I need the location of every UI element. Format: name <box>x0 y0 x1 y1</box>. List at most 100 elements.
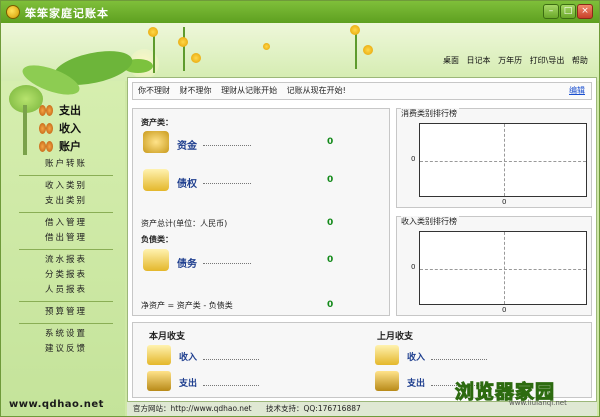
sidebar-item-transfer[interactable]: 账户转账 <box>19 157 113 172</box>
official-site-text: 官方网站：http://www.qdhao.net <box>133 404 252 413</box>
income-label: 收入 <box>179 353 198 363</box>
x-axis-tick: 0 <box>502 198 507 206</box>
sidebar-item-settings[interactable]: 系统设置 <box>19 327 113 342</box>
menu-diary[interactable]: 日记本 <box>467 55 491 66</box>
site-url: www.qdhao.net <box>9 399 104 410</box>
window-title: 笨笨家庭记账本 <box>25 7 109 20</box>
liability-label: 债务 <box>177 259 197 270</box>
sidebar-divider <box>19 212 113 213</box>
dotted-leader <box>203 137 251 146</box>
this-month-expense-row[interactable]: 支出 <box>147 371 277 393</box>
sidebar-item-borrow[interactable]: 借入管理 <box>19 216 113 231</box>
menu-calendar[interactable]: 万年历 <box>498 55 522 66</box>
sidebar-item-budget[interactable]: 预算管理 <box>19 305 113 320</box>
dotted-leader <box>203 351 259 360</box>
assets-heading: 资产类： <box>141 118 173 127</box>
card-icon <box>375 345 399 365</box>
dotted-leader <box>203 255 251 264</box>
this-month-heading: 本月收支 <box>149 332 186 342</box>
title-bar: 笨笨家庭记账本 – □ × <box>1 1 599 23</box>
flower-decoration-icon <box>363 45 373 55</box>
nav-income[interactable]: 收入 <box>39 119 81 137</box>
sidebar-subnav: 账户转账 收入类别 支出类别 借入管理 借出管理 流水报表 分类报表 人员报表 … <box>19 157 113 357</box>
asset-row-claims[interactable]: 债权 0 <box>141 167 381 195</box>
slogan-text: 理财从记账开始 <box>221 86 278 95</box>
expense-label: 支出 <box>179 379 198 389</box>
last-month-income-row[interactable]: 收入 <box>375 345 505 367</box>
assets-panel: 资产类： 资金 0 债权 0 资产总计(单位：人民币) 0 负债类： 债务 0 … <box>132 108 390 316</box>
dotted-leader <box>203 175 251 184</box>
sidebar: 支出 收入 账户 账户转账 收入类别 支出类别 借入管理 借出管理 流水报表 分… <box>1 45 136 416</box>
expense-label: 支出 <box>407 379 426 389</box>
watermark-url: www.liulanqi.net <box>509 399 567 407</box>
main-nav: 支出 收入 账户 <box>39 101 81 155</box>
sidebar-item-income-category[interactable]: 收入类别 <box>19 179 113 194</box>
main-content: 你不理财 财不理你 理财从记账开始 记账从现在开始! 编辑 资产类： 资金 0 … <box>127 77 597 409</box>
flower-decoration-icon <box>350 25 360 35</box>
menu-desktop[interactable]: 桌面 <box>443 55 459 66</box>
edit-link[interactable]: 编辑 <box>569 83 585 99</box>
stem-decoration-icon <box>183 27 185 71</box>
liability-value: 0 <box>327 255 334 265</box>
menu-print-export[interactable]: 打印\导出 <box>530 55 565 66</box>
slogan-bar: 你不理财 财不理你 理财从记账开始 记账从现在开始! 编辑 <box>132 82 592 100</box>
asset-row-cash[interactable]: 资金 0 <box>141 129 381 157</box>
assets-total-row: 资产总计(单位：人民币) 0 <box>141 218 381 229</box>
stem-decoration-icon <box>153 33 155 73</box>
assets-total-value: 0 <box>327 218 334 228</box>
expense-ranking-title: 消费类别排行榜 <box>401 108 459 119</box>
sidebar-item-lend[interactable]: 借出管理 <box>19 231 113 246</box>
expense-ranking-plot <box>419 123 587 197</box>
flower-decoration-icon <box>148 27 158 37</box>
wallet-icon <box>147 371 171 391</box>
slogan-text: 记账从现在开始! <box>286 86 346 95</box>
y-axis-tick: 0 <box>411 155 416 163</box>
menu-help[interactable]: 帮助 <box>572 55 588 66</box>
sidebar-item-flow-report[interactable]: 流水报表 <box>19 253 113 268</box>
nav-accounts[interactable]: 账户 <box>39 137 81 155</box>
butterfly-icon <box>39 140 53 152</box>
flower-decoration-icon <box>178 37 188 47</box>
flower-decoration-icon <box>191 53 201 63</box>
dotted-leader <box>203 377 259 386</box>
sidebar-item-expense-category[interactable]: 支出类别 <box>19 194 113 209</box>
income-ranking-plot <box>419 231 587 305</box>
this-month-income-row[interactable]: 收入 <box>147 345 277 367</box>
sidebar-divider <box>19 301 113 302</box>
sidebar-item-category-report[interactable]: 分类报表 <box>19 268 113 283</box>
card-icon <box>147 345 171 365</box>
income-ranking-panel: 收入类别排行榜 0 0 <box>396 216 592 316</box>
net-assets-label: 净资产 = 资产类 - 负债类 <box>141 301 233 310</box>
net-assets-value: 0 <box>327 300 334 310</box>
income-ranking-title: 收入类别排行榜 <box>401 216 459 227</box>
top-menu: 桌面 日记本 万年历 打印\导出 帮助 <box>443 55 593 69</box>
stem-decoration-icon <box>355 33 357 69</box>
x-axis-tick: 0 <box>502 306 507 314</box>
nav-expense[interactable]: 支出 <box>39 101 81 119</box>
card-icon <box>143 249 169 271</box>
wallet-icon <box>375 371 399 391</box>
liability-row-debt[interactable]: 债务 0 <box>141 247 381 275</box>
income-label: 收入 <box>407 353 426 363</box>
card-icon <box>143 169 169 191</box>
asset-label: 债权 <box>177 179 197 190</box>
butterfly-icon <box>39 104 53 116</box>
liabilities-heading: 负债类： <box>141 235 173 244</box>
close-button[interactable]: × <box>577 4 593 19</box>
app-logo-icon <box>6 5 20 19</box>
sidebar-divider <box>19 175 113 176</box>
maximize-button[interactable]: □ <box>560 4 576 19</box>
assets-total-label: 资产总计(单位：人民币) <box>141 219 228 228</box>
support-text: 技术支持：QQ:176716887 <box>265 404 361 413</box>
app-window: 笨笨家庭记账本 – □ × 桌面 日记本 万年历 打印\导出 帮助 支出 收入 … <box>0 0 600 417</box>
minimize-button[interactable]: – <box>543 4 559 19</box>
expense-ranking-panel: 消费类别排行榜 0 0 <box>396 108 592 208</box>
butterfly-icon <box>39 122 53 134</box>
sidebar-item-person-report[interactable]: 人员报表 <box>19 283 113 298</box>
sidebar-item-feedback[interactable]: 建议反馈 <box>19 342 113 357</box>
slogan-text: 财不理你 <box>179 86 212 95</box>
sidebar-divider <box>19 249 113 250</box>
coins-icon <box>143 131 169 153</box>
flower-decoration-icon <box>263 43 270 50</box>
slogan-text: 你不理财 <box>138 86 170 95</box>
